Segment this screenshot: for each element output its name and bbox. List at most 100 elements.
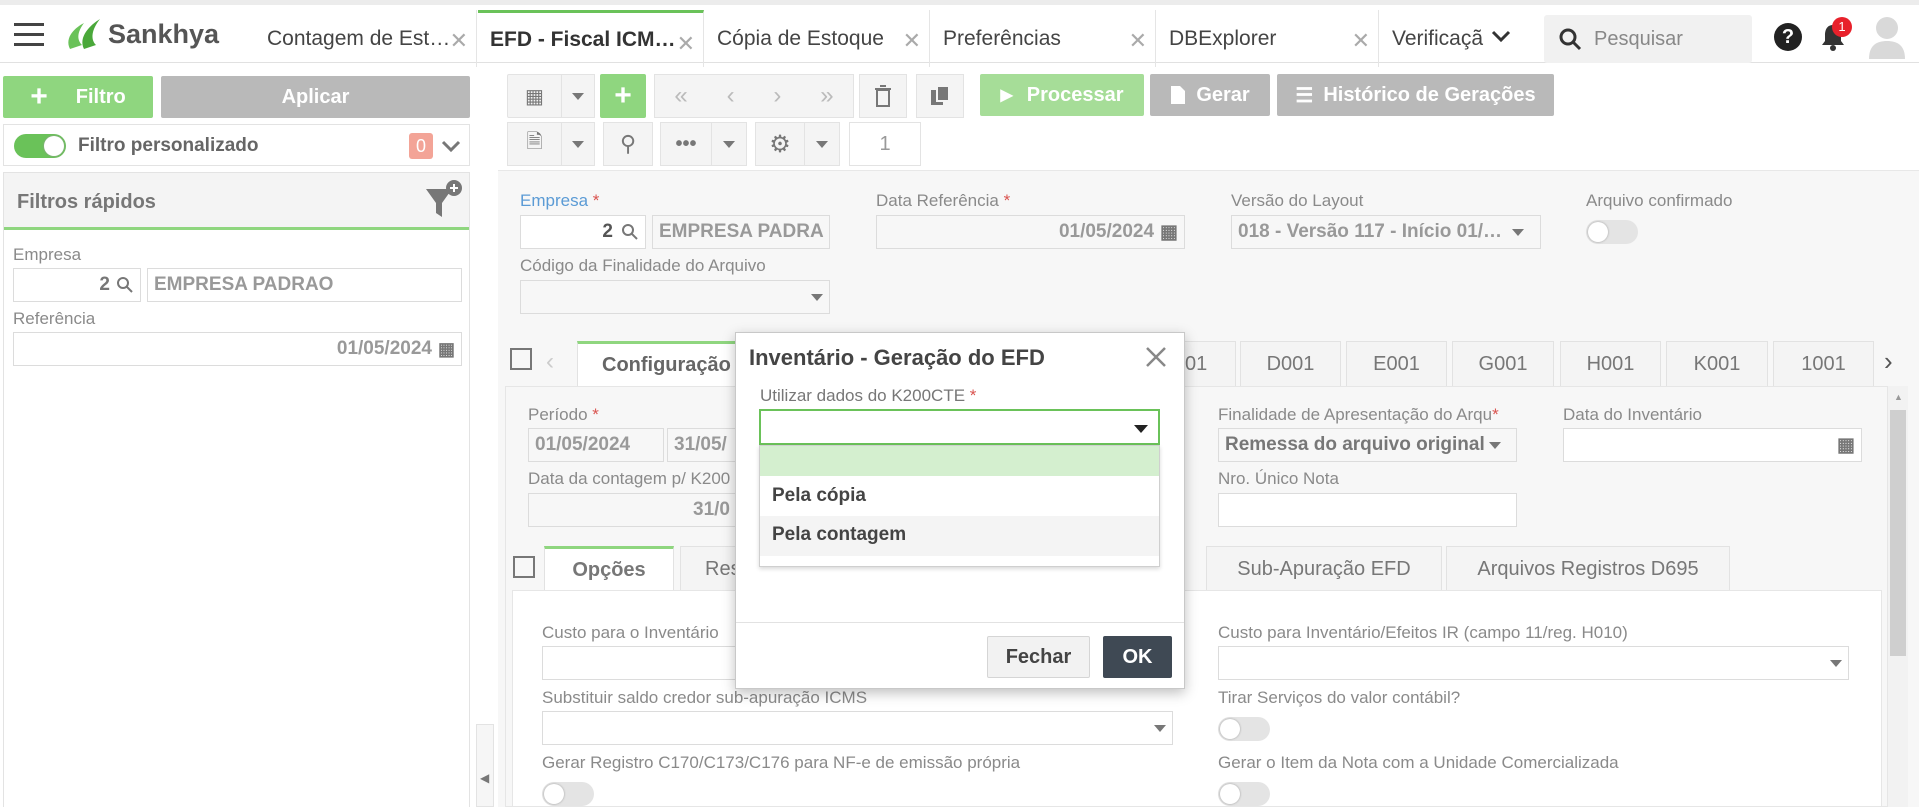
more-menu[interactable] xyxy=(711,122,747,166)
close-icon[interactable]: ✕ xyxy=(1352,28,1370,54)
tab-g001[interactable]: G001 xyxy=(1452,341,1554,387)
gerar-registro-toggle[interactable] xyxy=(542,782,594,806)
tab-efd-fiscal[interactable]: EFD - Fiscal ICM… ✕ xyxy=(478,10,704,67)
tab-e001[interactable]: E001 xyxy=(1346,341,1447,387)
data-contagem-input[interactable]: 31/0 xyxy=(528,493,737,527)
search-icon[interactable] xyxy=(116,276,134,294)
dropdown-option-pela-copia[interactable]: Pela cópia xyxy=(760,476,1159,516)
empresa-code-input[interactable]: 2 xyxy=(13,268,141,302)
fechar-button[interactable]: Fechar xyxy=(987,636,1090,678)
custo-inventario-select[interactable] xyxy=(542,646,736,680)
bell-icon[interactable]: 1 xyxy=(1820,17,1852,56)
empresa-code-input[interactable]: 2 xyxy=(520,215,646,249)
vertical-scrollbar[interactable]: ▲ xyxy=(1888,386,1908,807)
tab-contagem[interactable]: Contagem de Est… ✕ xyxy=(255,10,477,67)
chevron-right-icon[interactable]: › xyxy=(1884,346,1893,377)
dropdown-option-empty[interactable] xyxy=(760,446,1159,476)
chevron-left-icon[interactable]: ‹ xyxy=(546,348,554,376)
panel-splitter[interactable]: ◀ xyxy=(476,724,494,807)
ok-button[interactable]: OK xyxy=(1103,636,1172,678)
tab-copia-estoque[interactable]: Cópia de Estoque ✕ xyxy=(705,10,930,67)
tab-k001[interactable]: K001 xyxy=(1666,341,1768,387)
tab-arquivos-d695[interactable]: Arquivos Registros D695 xyxy=(1446,546,1730,592)
data-referencia-input[interactable]: 01/05/2024 ▦ xyxy=(876,215,1185,249)
custom-filter-toggle[interactable] xyxy=(14,134,66,158)
referencia-date-input[interactable]: 01/05/2024 ▦ xyxy=(13,332,462,366)
calendar-icon[interactable]: ▦ xyxy=(1160,221,1178,244)
finalidade-arquivo-select[interactable] xyxy=(520,280,830,314)
chevron-down-icon[interactable] xyxy=(1490,25,1512,53)
k200cte-select[interactable] xyxy=(759,409,1160,445)
historico-button[interactable]: ☰ Histórico de Gerações xyxy=(1277,74,1554,116)
data-inventario-input[interactable]: ▦ xyxy=(1563,428,1862,462)
tab-opcoes[interactable]: Opções xyxy=(544,546,674,592)
copy-tabs-icon[interactable] xyxy=(510,348,532,370)
tab-dbexplorer[interactable]: DBExplorer ✕ xyxy=(1157,10,1379,67)
periodo-inicio-input[interactable]: 01/05/2024 xyxy=(528,428,664,462)
dropdown-option-pela-contagem[interactable]: Pela contagem xyxy=(760,516,1159,556)
delete-button[interactable] xyxy=(859,74,907,118)
close-icon[interactable]: ✕ xyxy=(677,31,695,57)
search-icon[interactable] xyxy=(621,223,639,241)
processar-button[interactable]: ▶ Processar xyxy=(980,74,1144,116)
empresa-filter-label: Empresa xyxy=(13,245,82,264)
search-input[interactable]: Pesquisar xyxy=(1544,15,1752,63)
filter-button[interactable]: + Filtro xyxy=(3,76,153,118)
versao-layout-select[interactable]: 018 - Versão 117 - Início 01/… xyxy=(1231,215,1541,249)
collapse-left-icon[interactable]: ◀ xyxy=(480,771,489,785)
close-icon[interactable] xyxy=(1144,345,1168,369)
tab-label: H001 xyxy=(1586,352,1635,375)
tab-label: Sub-Apuração EFD xyxy=(1237,557,1411,580)
tab-1001[interactable]: 1001 xyxy=(1773,341,1874,387)
gerar-item-toggle[interactable] xyxy=(1218,782,1270,806)
menu-icon[interactable] xyxy=(14,23,44,47)
avatar[interactable] xyxy=(1868,15,1906,64)
help-icon[interactable]: ? xyxy=(1774,23,1802,51)
last-icon[interactable]: » xyxy=(820,82,833,110)
page-number: 1 xyxy=(879,132,891,155)
empresa-name-field: EMPRESA PADRAO xyxy=(147,268,462,302)
tab-h001[interactable]: H001 xyxy=(1560,341,1661,387)
custo-ir-select[interactable] xyxy=(1218,646,1849,680)
next-icon[interactable]: › xyxy=(773,82,781,110)
nro-nota-input[interactable] xyxy=(1218,493,1517,527)
tab-preferencias[interactable]: Preferências ✕ xyxy=(931,10,1156,67)
tab-res[interactable]: Res xyxy=(680,546,741,592)
grid-view-menu[interactable] xyxy=(561,74,595,118)
tab-d001[interactable]: D001 xyxy=(1240,341,1341,387)
arquivo-confirmado-toggle[interactable] xyxy=(1586,220,1638,244)
filter-settings-icon[interactable] xyxy=(422,179,462,221)
tab-configuracao[interactable]: Configuração xyxy=(577,341,737,387)
attach-button[interactable]: ⚲ xyxy=(603,122,653,166)
brand-name: Sankhya xyxy=(108,18,220,49)
export-button[interactable]: 🗎 xyxy=(507,122,562,166)
periodo-fim-input[interactable]: 31/05/ xyxy=(667,428,737,462)
finalidade-apresentacao-select[interactable]: Remessa do arquivo original xyxy=(1218,428,1517,462)
tab-sub-apuracao[interactable]: Sub-Apuração EFD xyxy=(1206,546,1442,592)
tab-01[interactable]: 01 xyxy=(1183,341,1236,387)
first-icon[interactable]: « xyxy=(674,82,687,110)
substituir-saldo-select[interactable] xyxy=(542,711,1173,745)
more-button[interactable]: ••• xyxy=(660,122,712,166)
close-icon[interactable]: ✕ xyxy=(450,28,468,54)
settings-button[interactable]: ⚙ xyxy=(755,122,805,166)
data-contagem-label: Data da contagem p/ K200 xyxy=(528,469,731,488)
close-icon[interactable]: ✕ xyxy=(903,28,921,54)
inventario-modal: Inventário - Geração do EFD Utilizar dad… xyxy=(735,332,1185,689)
calendar-icon[interactable]: ▦ xyxy=(1837,434,1855,457)
copy-tabs-icon[interactable] xyxy=(513,556,535,578)
first-record-button[interactable]: « ‹ › » xyxy=(654,74,854,118)
prev-icon[interactable]: ‹ xyxy=(727,82,735,110)
chevron-down-icon[interactable] xyxy=(440,136,462,156)
grid-view-button[interactable]: ▦ xyxy=(507,74,562,118)
gear-icon: ⚙ xyxy=(769,130,791,158)
add-button[interactable]: + xyxy=(600,74,646,118)
settings-menu[interactable] xyxy=(804,122,840,166)
tirar-servicos-toggle[interactable] xyxy=(1218,717,1270,741)
close-icon[interactable]: ✕ xyxy=(1129,28,1147,54)
duplicate-button[interactable] xyxy=(916,74,964,118)
apply-button[interactable]: Aplicar xyxy=(161,76,470,118)
gerar-button[interactable]: Gerar xyxy=(1150,74,1270,116)
export-menu[interactable] xyxy=(561,122,595,166)
calendar-icon[interactable]: ▦ xyxy=(438,339,455,360)
